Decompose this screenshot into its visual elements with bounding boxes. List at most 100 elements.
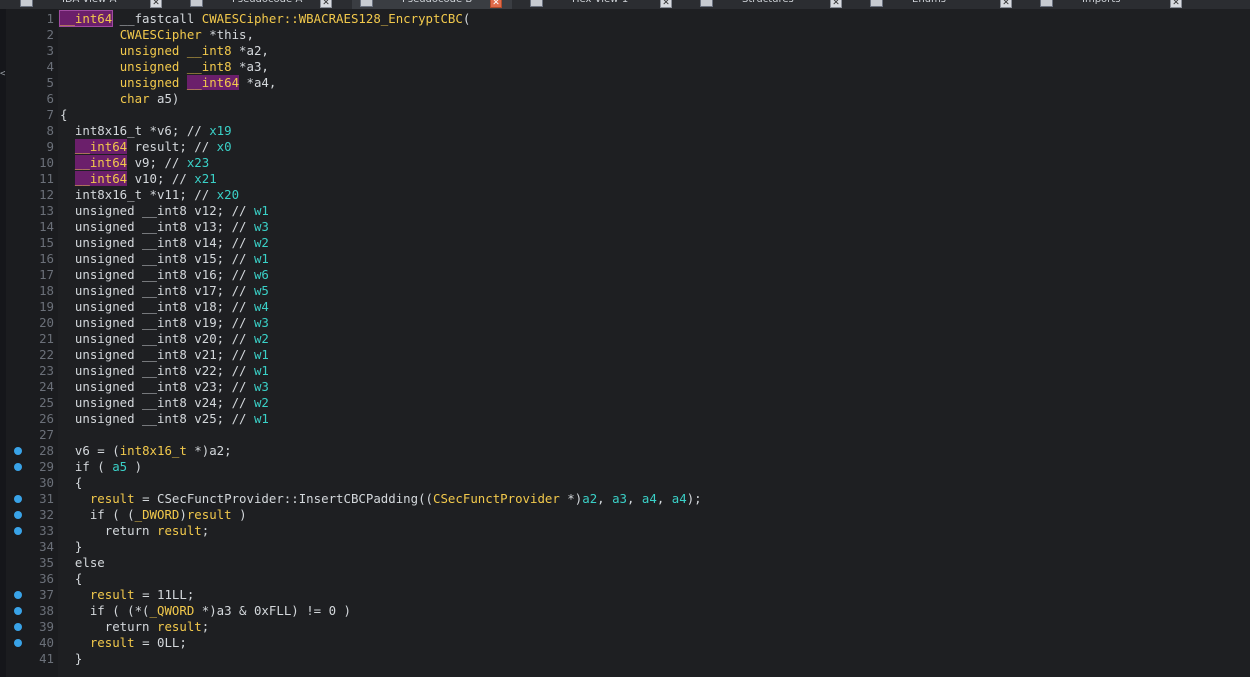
code-line[interactable]: 13 unsigned __int8 v12; // w1 bbox=[0, 203, 1250, 219]
code-text[interactable]: int8x16_t *v6; // x19 bbox=[60, 123, 232, 139]
code-text[interactable]: __int64 v9; // x23 bbox=[60, 155, 209, 171]
code-line[interactable]: 23 unsigned __int8 v22; // w1 bbox=[0, 363, 1250, 379]
code-line[interactable]: 24 unsigned __int8 v23; // w3 bbox=[0, 379, 1250, 395]
code-text[interactable]: return result; bbox=[60, 523, 209, 539]
code-line[interactable]: 33 return result; bbox=[0, 523, 1250, 539]
code-line[interactable]: 18 unsigned __int8 v17; // w5 bbox=[0, 283, 1250, 299]
breakpoint-dot-icon[interactable] bbox=[14, 463, 22, 471]
tab-pseudocode-b[interactable]: Pseudocode-B ✕ bbox=[352, 0, 512, 9]
code-line[interactable]: 39 return result; bbox=[0, 619, 1250, 635]
code-text[interactable]: if ( (*(_QWORD *)a3 & 0xFLL) != 0 ) bbox=[60, 603, 351, 619]
pseudocode-editor[interactable]: < 1 __int64 __fastcall CWAESCipher::WBACR… bbox=[0, 9, 1250, 677]
code-line[interactable]: 16 unsigned __int8 v15; // w1 bbox=[0, 251, 1250, 267]
code-line[interactable]: 5 unsigned __int64 *a4, bbox=[0, 75, 1250, 91]
breakpoint-dot-icon[interactable] bbox=[14, 447, 22, 455]
code-text[interactable]: unsigned __int8 v16; // w6 bbox=[60, 267, 269, 283]
tab-ida-view-a[interactable]: IDA View-A ✕ bbox=[12, 0, 172, 9]
breakpoint-dot-icon[interactable] bbox=[14, 607, 22, 615]
tab-hex-view-1[interactable]: Hex View-1 ✕ bbox=[522, 0, 682, 9]
code-line[interactable]: 8 int8x16_t *v6; // x19 bbox=[0, 123, 1250, 139]
code-line[interactable]: 14 unsigned __int8 v13; // w3 bbox=[0, 219, 1250, 235]
code-text[interactable]: __int64 v10; // x21 bbox=[60, 171, 217, 187]
code-line[interactable]: 17 unsigned __int8 v16; // w6 bbox=[0, 267, 1250, 283]
code-text[interactable]: result = CSecFunctProvider::InsertCBCPad… bbox=[60, 491, 702, 507]
code-text[interactable]: } bbox=[60, 539, 82, 555]
code-text[interactable]: { bbox=[60, 107, 67, 123]
code-line[interactable]: 29 if ( a5 ) bbox=[0, 459, 1250, 475]
code-text[interactable]: } bbox=[60, 651, 82, 667]
code-text[interactable]: unsigned __int8 v13; // w3 bbox=[60, 219, 269, 235]
code-line[interactable]: 31 result = CSecFunctProvider::InsertCBC… bbox=[0, 491, 1250, 507]
code-text[interactable]: { bbox=[60, 571, 82, 587]
code-text[interactable]: v6 = (int8x16_t *)a2; bbox=[60, 443, 232, 459]
code-text[interactable]: unsigned __int8 *a2, bbox=[60, 43, 269, 59]
code-text[interactable]: result = 11LL; bbox=[60, 587, 194, 603]
code-line[interactable]: 10 __int64 v9; // x23 bbox=[0, 155, 1250, 171]
code-line[interactable]: 38 if ( (*(_QWORD *)a3 & 0xFLL) != 0 ) bbox=[0, 603, 1250, 619]
code-text[interactable]: unsigned __int8 v20; // w2 bbox=[60, 331, 269, 347]
breakpoint-dot-icon[interactable] bbox=[14, 639, 22, 647]
code-line[interactable]: 26 unsigned __int8 v25; // w1 bbox=[0, 411, 1250, 427]
code-text[interactable]: if ( a5 ) bbox=[60, 459, 142, 475]
code-text[interactable]: unsigned __int8 v17; // w5 bbox=[60, 283, 269, 299]
code-line[interactable]: 28 v6 = (int8x16_t *)a2; bbox=[0, 443, 1250, 459]
code-text[interactable]: else bbox=[60, 555, 105, 571]
code-text[interactable]: result = 0LL; bbox=[60, 635, 187, 651]
code-line[interactable]: 35 else bbox=[0, 555, 1250, 571]
close-icon[interactable]: ✕ bbox=[490, 0, 502, 8]
code-text[interactable]: __int64 result; // x0 bbox=[60, 139, 232, 155]
code-line[interactable]: 41 } bbox=[0, 651, 1250, 667]
code-line[interactable]: 22 unsigned __int8 v21; // w1 bbox=[0, 347, 1250, 363]
code-line[interactable]: 6 char a5) bbox=[0, 91, 1250, 107]
code-text[interactable]: { bbox=[60, 475, 82, 491]
code-line[interactable]: 15 unsigned __int8 v14; // w2 bbox=[0, 235, 1250, 251]
code-text[interactable]: unsigned __int8 v15; // w1 bbox=[60, 251, 269, 267]
code-line[interactable]: 27 bbox=[0, 427, 1250, 443]
tab-structures[interactable]: Structures ✕ bbox=[692, 0, 852, 9]
code-line[interactable]: 1 __int64 __fastcall CWAESCipher::WBACRAE… bbox=[0, 10, 1250, 27]
code-text[interactable]: unsigned __int8 v18; // w4 bbox=[60, 299, 269, 315]
breakpoint-dot-icon[interactable] bbox=[14, 591, 22, 599]
code-line[interactable]: 32 if ( (_DWORD)result ) bbox=[0, 507, 1250, 523]
code-text[interactable]: unsigned __int8 v23; // w3 bbox=[60, 379, 269, 395]
code-line[interactable]: 20 unsigned __int8 v19; // w3 bbox=[0, 315, 1250, 331]
tab-enums[interactable]: Enums ✕ bbox=[862, 0, 1022, 9]
code-text[interactable]: unsigned __int8 v19; // w3 bbox=[60, 315, 269, 331]
code-text[interactable]: char a5) bbox=[60, 91, 180, 107]
close-icon[interactable]: ✕ bbox=[660, 0, 672, 8]
code-text[interactable]: unsigned __int8 v14; // w2 bbox=[60, 235, 269, 251]
code-line[interactable]: 2 CWAESCipher *this, bbox=[0, 27, 1250, 43]
breakpoint-dot-icon[interactable] bbox=[14, 623, 22, 631]
code-text[interactable]: return result; bbox=[60, 619, 209, 635]
close-icon[interactable]: ✕ bbox=[320, 0, 332, 8]
code-line[interactable]: 37 result = 11LL; bbox=[0, 587, 1250, 603]
code-text[interactable]: unsigned __int8 v25; // w1 bbox=[60, 411, 269, 427]
code-line[interactable]: 30 { bbox=[0, 475, 1250, 491]
code-line[interactable]: 40 result = 0LL; bbox=[0, 635, 1250, 651]
code-line[interactable]: 36 { bbox=[0, 571, 1250, 587]
close-icon[interactable]: ✕ bbox=[830, 0, 842, 8]
breakpoint-dot-icon[interactable] bbox=[14, 495, 22, 503]
close-icon[interactable]: ✕ bbox=[1000, 0, 1012, 8]
code-line[interactable]: 19 unsigned __int8 v18; // w4 bbox=[0, 299, 1250, 315]
code-text[interactable]: __int64 __fastcall CWAESCipher::WBACRAES… bbox=[58, 10, 470, 27]
code-text[interactable]: unsigned __int8 *a3, bbox=[60, 59, 269, 75]
code-line[interactable]: 3 unsigned __int8 *a2, bbox=[0, 43, 1250, 59]
breakpoint-dot-icon[interactable] bbox=[14, 511, 22, 519]
tab-imports[interactable]: Imports ✕ bbox=[1032, 0, 1192, 9]
code-line[interactable]: 25 unsigned __int8 v24; // w2 bbox=[0, 395, 1250, 411]
code-line[interactable]: 34 } bbox=[0, 539, 1250, 555]
code-line[interactable]: 12 int8x16_t *v11; // x20 bbox=[0, 187, 1250, 203]
code-line[interactable]: 4 unsigned __int8 *a3, bbox=[0, 59, 1250, 75]
code-text[interactable]: unsigned __int8 v12; // w1 bbox=[60, 203, 269, 219]
code-text[interactable]: unsigned __int8 v22; // w1 bbox=[60, 363, 269, 379]
code-text[interactable]: unsigned __int8 v24; // w2 bbox=[60, 395, 269, 411]
code-text[interactable]: if ( (_DWORD)result ) bbox=[60, 507, 247, 523]
tab-pseudocode-a[interactable]: Pseudocode-A ✕ bbox=[182, 0, 342, 9]
breakpoint-dot-icon[interactable] bbox=[14, 527, 22, 535]
close-icon[interactable]: ✕ bbox=[150, 0, 162, 8]
code-text[interactable]: unsigned __int8 v21; // w1 bbox=[60, 347, 269, 363]
code-line[interactable]: 9 __int64 result; // x0 bbox=[0, 139, 1250, 155]
code-text[interactable]: CWAESCipher *this, bbox=[60, 27, 254, 43]
code-text[interactable]: int8x16_t *v11; // x20 bbox=[60, 187, 239, 203]
